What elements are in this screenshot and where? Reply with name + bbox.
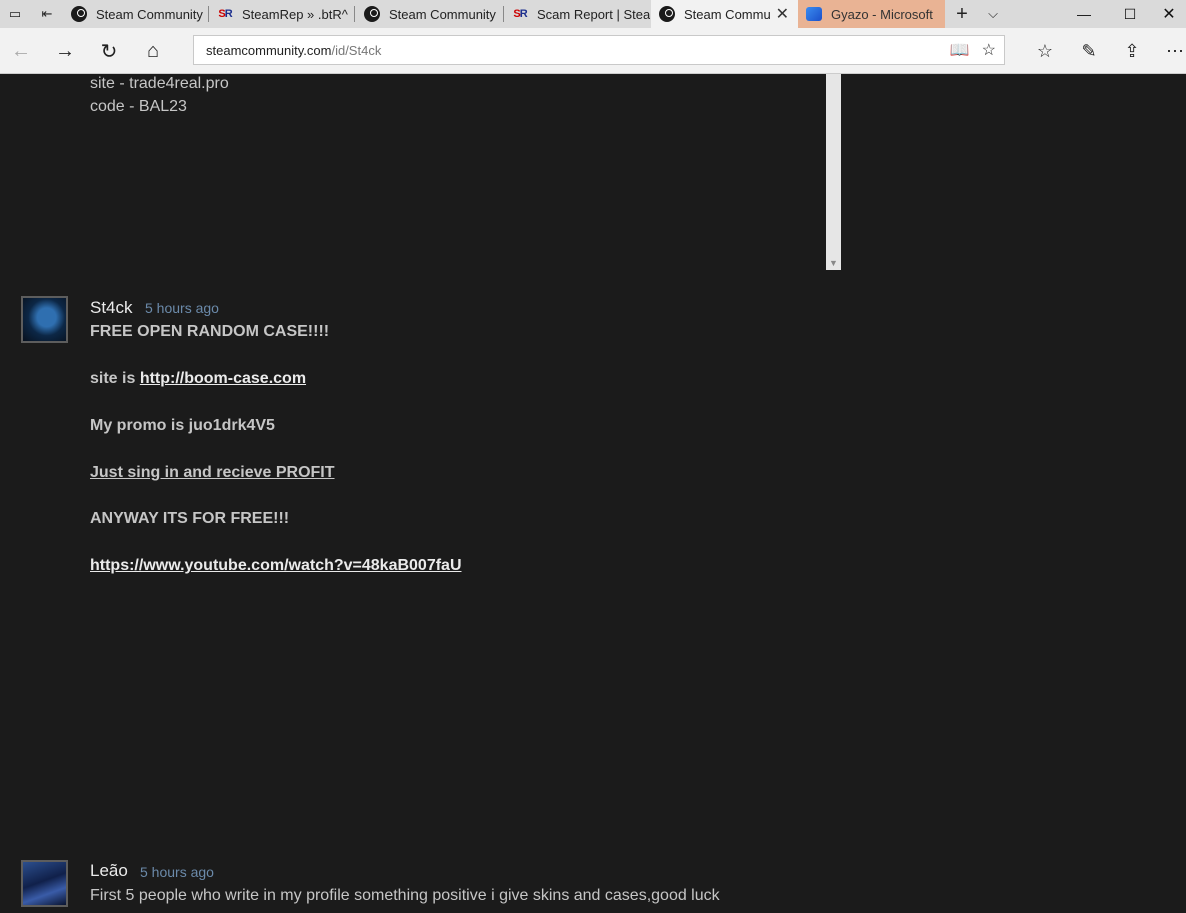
share-icon[interactable]: ⇪ bbox=[1117, 36, 1147, 66]
refresh-icon[interactable]: ↻ bbox=[94, 36, 124, 66]
minimize-icon[interactable]: — bbox=[1061, 0, 1107, 28]
comment-scrollbar[interactable]: ▼ bbox=[826, 74, 841, 270]
tab-steam-community-active[interactable]: Steam Commu ✕ bbox=[651, 0, 798, 28]
comment-text: code - BAL23 bbox=[90, 98, 187, 115]
tab-list-chevron-icon[interactable]: ⌵ bbox=[978, 0, 1008, 28]
forward-icon[interactable]: → bbox=[50, 36, 80, 66]
comment-timestamp: 5 hours ago bbox=[140, 864, 214, 880]
comment-text: ANYWAY ITS FOR FREE!!! bbox=[90, 510, 290, 527]
tab-label: Scam Report | Stea bbox=[537, 6, 650, 22]
url-text: steamcommunity.com/id/St4ck bbox=[206, 43, 382, 58]
tab-gyazo[interactable]: Gyazo - Microsoft bbox=[798, 0, 945, 28]
tab-bar: ▭ ⇤ Steam Community SR SteamRep » .btR^ … bbox=[0, 0, 1186, 28]
tab-scam-report[interactable]: SR Scam Report | Stea bbox=[504, 0, 650, 28]
steam-icon bbox=[659, 6, 675, 22]
favorite-star-icon[interactable]: ☆ bbox=[982, 40, 996, 60]
tab-steamrep[interactable]: SR SteamRep » .btR^ bbox=[209, 0, 355, 28]
comment-timestamp: 5 hours ago bbox=[145, 300, 219, 316]
home-icon[interactable]: ⌂ bbox=[138, 36, 168, 66]
gyazo-icon bbox=[806, 6, 822, 22]
youtube-link[interactable]: https://www.youtube.com/watch?v=48kaB007… bbox=[90, 557, 462, 575]
navigation-bar: ← → ↻ ⌂ steamcommunity.com/id/St4ck 📖 ☆ … bbox=[0, 28, 1186, 74]
tab-label: Steam Commu bbox=[684, 6, 771, 22]
profit-link[interactable]: Just sing in and recieve PROFIT bbox=[90, 464, 335, 482]
reading-view-icon[interactable]: 📖 bbox=[950, 40, 970, 60]
comment-author[interactable]: Leão bbox=[90, 861, 128, 881]
close-window-icon[interactable]: ✕ bbox=[1152, 0, 1186, 28]
comment-text: First 5 people who write in my profile s… bbox=[90, 887, 720, 904]
avatar[interactable] bbox=[21, 296, 68, 343]
steam-icon bbox=[364, 6, 380, 22]
steam-icon bbox=[71, 6, 87, 22]
new-tab-icon[interactable]: + bbox=[947, 0, 977, 28]
steamrep-icon: SR bbox=[513, 8, 527, 20]
comment-text: FREE OPEN RANDOM CASE!!!! bbox=[90, 323, 330, 340]
more-icon[interactable]: ⋯ bbox=[1160, 36, 1186, 66]
comment-text: site - trade4real.pro bbox=[90, 75, 229, 92]
comment-text: My promo is juo1drk4V5 bbox=[90, 417, 275, 434]
boom-case-link[interactable]: http://boom-case.com bbox=[140, 370, 306, 387]
tab-label: Gyazo - Microsoft bbox=[831, 6, 933, 22]
tab-steam-community-2[interactable]: Steam Community bbox=[356, 0, 504, 28]
steamrep-icon: SR bbox=[218, 8, 232, 20]
back-icon[interactable]: ← bbox=[6, 36, 36, 66]
set-tabs-aside-icon[interactable]: ⇤ bbox=[32, 0, 62, 28]
profile-comments: site - trade4real.pro code - BAL23 ▼ St4… bbox=[0, 74, 1186, 913]
web-note-icon[interactable]: ✎ bbox=[1074, 36, 1104, 66]
tab-label: Steam Community bbox=[96, 6, 203, 22]
tab-label: Steam Community bbox=[389, 6, 496, 22]
address-bar[interactable]: steamcommunity.com/id/St4ck 📖 ☆ bbox=[193, 35, 1005, 65]
maximize-icon[interactable]: ☐ bbox=[1107, 0, 1153, 28]
close-tab-icon[interactable]: ✕ bbox=[776, 4, 789, 24]
comment-author[interactable]: St4ck bbox=[90, 298, 133, 318]
tab-steam-community-1[interactable]: Steam Community bbox=[63, 0, 209, 28]
avatar[interactable] bbox=[21, 860, 68, 907]
tab-preview-icon[interactable]: ▭ bbox=[0, 0, 30, 28]
tab-label: SteamRep » .btR^ bbox=[242, 6, 348, 22]
favorites-hub-icon[interactable]: ☆ bbox=[1030, 36, 1060, 66]
comment-text: site is http://boom-case.com bbox=[90, 370, 307, 387]
